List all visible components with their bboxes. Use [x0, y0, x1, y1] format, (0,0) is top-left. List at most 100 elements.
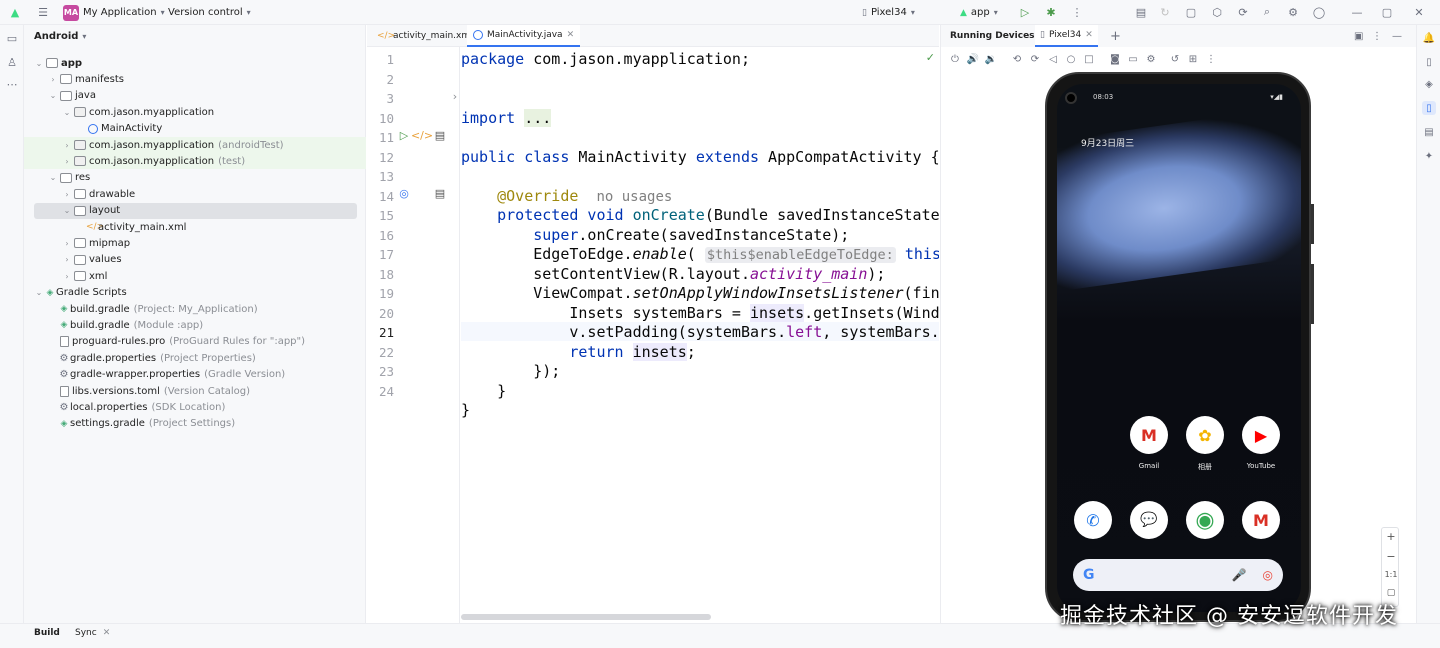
line-number[interactable]: 23	[367, 362, 394, 382]
tree-item[interactable]: ⌄ app	[24, 55, 366, 71]
tab-main-activity-java[interactable]: MainActivity.java ✕	[467, 25, 581, 47]
chevron-down-icon[interactable]: ⌄	[62, 108, 72, 117]
tree-item[interactable]: ◈ build.gradle (Module :app)	[24, 317, 366, 333]
phone-app-icon[interactable]: ✆	[1074, 501, 1112, 539]
project-view-selector[interactable]: Android ▾	[34, 31, 86, 42]
tree-item[interactable]: › drawable	[24, 186, 366, 202]
tree-item[interactable]: ◈ build.gradle (Project: My_Application)	[24, 301, 366, 317]
fold-chevron-icon[interactable]: ›	[448, 89, 462, 103]
close-tab-icon[interactable]: ✕	[567, 30, 575, 40]
overview-icon[interactable]: □	[1083, 53, 1095, 65]
override-icon[interactable]: ◎	[397, 186, 411, 200]
line-number[interactable]: 12	[367, 148, 394, 168]
no-problems-icon[interactable]: ✓	[926, 51, 935, 64]
line-number[interactable]: 22	[367, 343, 394, 363]
structure-tool-icon[interactable]: ♙	[5, 55, 19, 69]
sdk-manager-icon[interactable]: ⬡	[1210, 5, 1224, 19]
zoom-in-button[interactable]: +	[1382, 530, 1400, 543]
google-search-bar[interactable]: G 🎤 ◎	[1073, 559, 1283, 591]
screenshot-icon[interactable]: ◙	[1109, 53, 1121, 65]
line-number[interactable]: 10	[367, 109, 394, 129]
power-icon[interactable]: ⏻	[949, 53, 961, 65]
debug-icon[interactable]: ✱	[1044, 5, 1058, 19]
volume-down-icon[interactable]: 🔉	[985, 53, 997, 65]
device-screen[interactable]: 08:03 ▾◢▮ 9月23日周三 M Gmail ✿ 相册 ▶ YouTube…	[1057, 84, 1301, 612]
tree-item[interactable]: › values	[24, 252, 366, 268]
tree-item[interactable]: › com.jason.myapplication (test)	[24, 153, 366, 170]
maximize-icon[interactable]: ▢	[1380, 5, 1394, 19]
line-number[interactable]: 20	[367, 304, 394, 324]
tree-item[interactable]: › manifests	[24, 71, 366, 87]
notifications-icon[interactable]: 🔔	[1422, 31, 1436, 45]
chevron-right-icon[interactable]: ›	[48, 75, 58, 84]
chevron-down-icon[interactable]: ⌄	[48, 91, 58, 100]
chevron-down-icon[interactable]: ⌄	[34, 59, 44, 68]
hide-panel-icon[interactable]: —	[1387, 25, 1407, 47]
code-area[interactable]: package com.jason.myapplication; import …	[461, 47, 939, 623]
chevron-down-icon[interactable]: ⌄	[34, 288, 44, 297]
tab-pixel34[interactable]: ▯ Pixel34 ✕	[1035, 25, 1098, 47]
photos-app-icon[interactable]: ✿	[1186, 416, 1224, 454]
close-tab-icon[interactable]: ✕	[103, 628, 111, 638]
line-number[interactable]: 1	[367, 50, 394, 70]
tree-item[interactable]: ⌄ layout	[34, 202, 357, 219]
zoom-out-button[interactable]: −	[1382, 550, 1400, 563]
chrome-app-icon[interactable]: ◉	[1186, 501, 1224, 539]
tree-item[interactable]: ⌄ ◈ Gradle Scripts	[24, 285, 366, 301]
tree-item[interactable]: › mipmap	[24, 235, 366, 251]
chevron-right-icon[interactable]: ›	[62, 255, 72, 264]
line-number[interactable]: 15	[367, 206, 394, 226]
tree-item[interactable]: ⚙ gradle.properties (Project Properties)	[24, 350, 366, 366]
gear-icon[interactable]: ⚙	[1286, 5, 1300, 19]
more-options-icon[interactable]: ⋮	[1367, 25, 1387, 47]
tree-item[interactable]: ⌄ java	[24, 88, 366, 104]
sync-gradle-icon[interactable]: ⟳	[1236, 5, 1250, 19]
apply-changes-icon[interactable]: ↻	[1158, 5, 1172, 19]
line-number[interactable]: 19	[367, 284, 394, 304]
lens-icon[interactable]: ◎	[1263, 568, 1273, 582]
line-number[interactable]: 17	[367, 245, 394, 265]
device-selector[interactable]: ▯ Pixel34 ▾	[862, 0, 915, 25]
build-tab[interactable]: Build	[34, 628, 60, 638]
preview-icon[interactable]: ▤	[433, 186, 447, 200]
tree-item[interactable]: › com.jason.myapplication (androidTest)	[24, 137, 366, 153]
layout-icon[interactable]: ▣	[1349, 25, 1368, 47]
tree-item[interactable]: libs.versions.toml (Version Catalog)	[24, 383, 366, 399]
chevron-right-icon[interactable]: ›	[62, 239, 72, 248]
line-number[interactable]: 21	[367, 323, 394, 343]
screen-record-icon[interactable]: ▭	[1127, 53, 1139, 65]
line-number[interactable]: 16	[367, 226, 394, 246]
search-icon[interactable]: ⌕	[1260, 5, 1274, 19]
tree-item[interactable]: ⌄ com.jason.myapplication	[24, 104, 366, 120]
tree-item[interactable]: ⌄ res	[24, 170, 366, 186]
youtube-app-icon[interactable]: ▶	[1242, 416, 1280, 454]
tree-item[interactable]: </> activity_main.xml	[24, 219, 366, 235]
line-number[interactable]: 18	[367, 265, 394, 285]
close-tab-icon[interactable]: ✕	[1085, 30, 1093, 40]
chevron-right-icon[interactable]: ›	[62, 157, 72, 166]
run-gutter-icon[interactable]: ▷	[397, 128, 411, 142]
running-devices-icon[interactable]: ▯	[1422, 101, 1436, 115]
mic-icon[interactable]: 🎤	[1232, 568, 1247, 582]
sync-tab[interactable]: Sync ✕	[75, 628, 110, 638]
close-icon[interactable]: ✕	[1412, 5, 1426, 19]
minimize-icon[interactable]: —	[1350, 5, 1364, 19]
home-icon[interactable]: ○	[1065, 53, 1077, 65]
messages-app-icon[interactable]: 💬	[1130, 501, 1168, 539]
main-menu-icon[interactable]: ☰	[36, 5, 50, 19]
reset-icon[interactable]: ↺	[1169, 53, 1181, 65]
preview-icon[interactable]: ▤	[433, 128, 447, 142]
tree-item[interactable]: ⚙ local.properties (SDK Location)	[24, 399, 366, 415]
volume-up-icon[interactable]: 🔊	[967, 53, 979, 65]
zoom-fit-icon[interactable]: ▢	[1382, 588, 1400, 598]
tree-item[interactable]: › xml	[24, 268, 366, 284]
more-actions-icon[interactable]: ⋮	[1070, 5, 1084, 19]
gradle-icon[interactable]: ◈	[1422, 77, 1436, 91]
back-icon[interactable]: ◁	[1047, 53, 1059, 65]
tree-item[interactable]: ◈ settings.gradle (Project Settings)	[24, 416, 366, 432]
project-selector[interactable]: MA My Application ▾	[63, 0, 165, 25]
gemini-icon[interactable]: ✦	[1422, 149, 1436, 163]
chevron-down-icon[interactable]: ⌄	[62, 206, 72, 215]
project-tool-icon[interactable]: ▭	[5, 31, 19, 45]
tree-item[interactable]: ⚙ gradle-wrapper.properties (Gradle Versio…	[24, 367, 366, 383]
